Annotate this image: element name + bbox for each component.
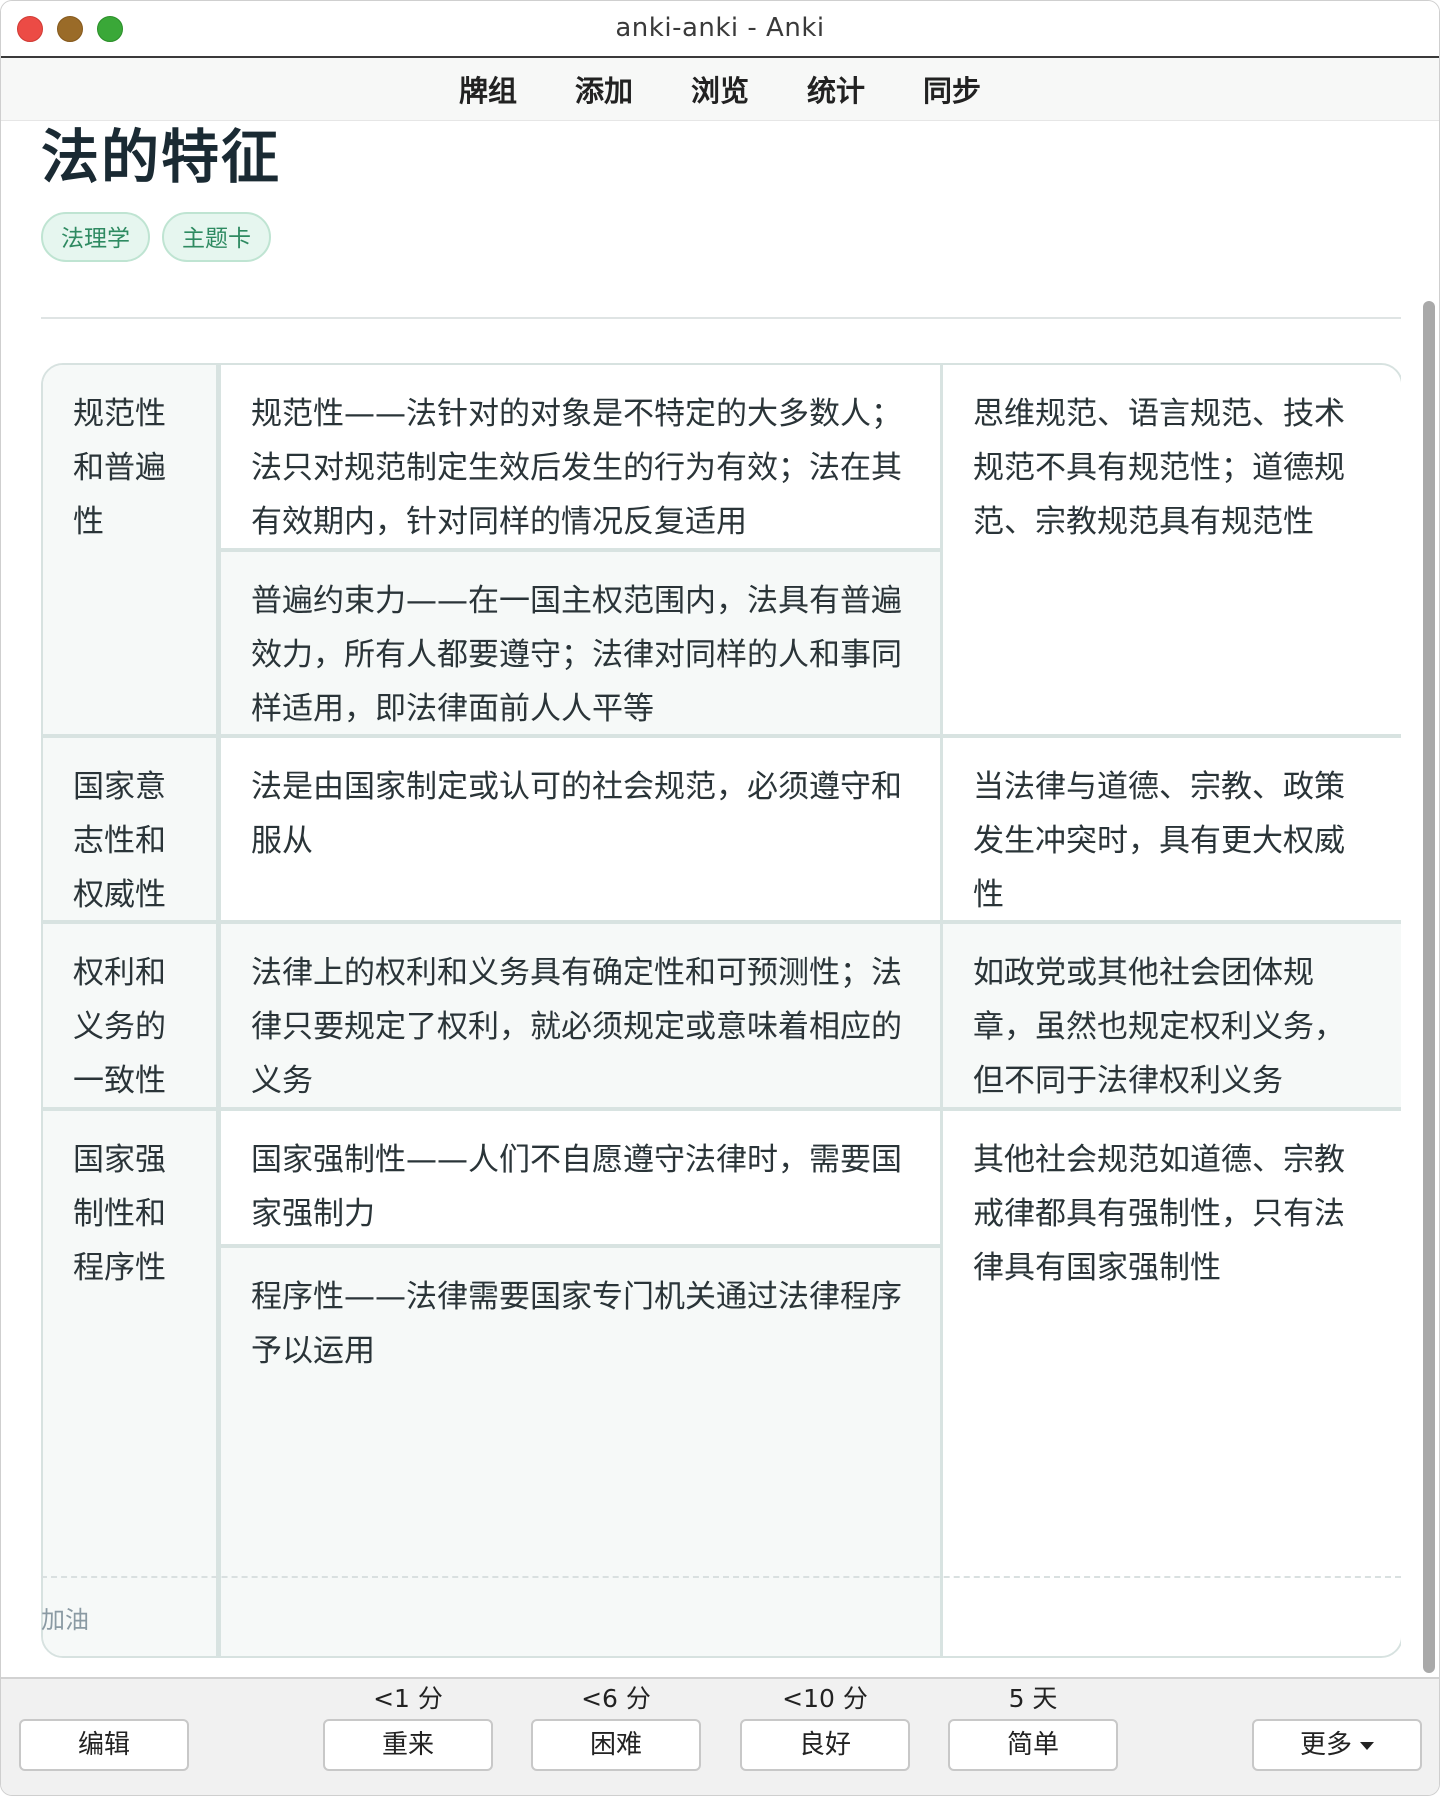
feature-cell: 规范性和普遍性	[43, 365, 221, 736]
easy-interval: 5 天	[1008, 1684, 1058, 1713]
card-footnote: 加油	[41, 1606, 89, 1634]
hard-button[interactable]: 困难	[531, 1719, 701, 1771]
detail-cell: 国家强制性——人们不自愿遵守法律时，需要国家强制力	[221, 1111, 943, 1246]
detail-cell: 程序性——法律需要国家专门机关通过法律程序予以运用	[221, 1248, 943, 1656]
note-cell: 其他社会规范如道德、宗教戒律都具有强制性，只有法律具有国家强制性	[943, 1111, 1401, 1656]
caret-down-icon	[1360, 1741, 1374, 1750]
review-bottom-bar: 编辑 <1 分 重来 <6 分 困难 <10 分 良好 5 天 简单 更多	[1, 1677, 1439, 1795]
more-button[interactable]: 更多	[1252, 1719, 1422, 1771]
feature-table: 规范性和普遍性 规范性——法针对的对象是不特定的大多数人；法只对规范制定生效后发…	[41, 363, 1401, 1658]
title-bar: anki-anki - Anki	[1, 1, 1439, 58]
detail-cell: 法律上的权利和义务具有确定性和可预测性；法律只要规定了权利，就必须规定或意味着相…	[221, 924, 943, 1108]
good-interval: <10 分	[782, 1684, 868, 1713]
card-title: 法的特征	[41, 123, 282, 191]
good-button[interactable]: 良好	[740, 1719, 910, 1771]
footer-divider	[41, 1576, 1401, 1578]
easy-button[interactable]: 简单	[948, 1719, 1118, 1771]
top-nav: 牌组 添加 浏览 统计 同步	[1, 58, 1439, 121]
nav-sync[interactable]: 同步	[923, 68, 981, 110]
tag-list: 法理学 主题卡	[41, 212, 271, 262]
hard-interval: <6 分	[581, 1684, 651, 1713]
again-interval: <1 分	[373, 1684, 443, 1713]
detail-cell: 法是由国家制定或认可的社会规范，必须遵守和服从	[221, 738, 943, 921]
again-button[interactable]: 重来	[323, 1719, 493, 1771]
note-cell: 如政党或其他社会团体规章，虽然也规定权利义务，但不同于法律权利义务	[943, 924, 1401, 1108]
nav-browse[interactable]: 浏览	[691, 68, 749, 110]
edit-button[interactable]: 编辑	[19, 1719, 189, 1771]
tag-chip: 主题卡	[162, 212, 271, 262]
title-divider	[41, 317, 1401, 319]
content-scrollbar[interactable]	[1423, 301, 1435, 1673]
window-title: anki-anki - Anki	[615, 13, 825, 43]
feature-cell: 国家意志性和权威性	[43, 738, 221, 921]
nav-decks[interactable]: 牌组	[459, 68, 517, 110]
nav-add[interactable]: 添加	[575, 68, 633, 110]
scrollbar-thumb[interactable]	[1423, 301, 1435, 1673]
feature-cell: 权利和义务的一致性	[43, 924, 221, 1108]
tag-chip: 法理学	[41, 212, 150, 262]
anki-window: anki-anki - Anki 牌组 添加 浏览 统计 同步 法的特征 法理学…	[0, 0, 1440, 1796]
note-cell: 思维规范、语言规范、技术规范不具有规范性；道德规范、宗教规范具有规范性	[943, 365, 1401, 736]
note-cell: 当法律与道德、宗教、政策发生冲突时，具有更大权威性	[943, 738, 1401, 921]
nav-stats[interactable]: 统计	[807, 68, 865, 110]
more-button-label: 更多	[1299, 1730, 1352, 1760]
card-content: 法的特征 法理学 主题卡 规范性和普遍性 规范性——法针对的对象是不特定的大多数…	[41, 120, 1401, 1675]
detail-cell: 普遍约束力——在一国主权范围内，法具有普遍效力，所有人都要遵守；法律对同样的人和…	[221, 552, 943, 736]
detail-cell: 规范性——法针对的对象是不特定的大多数人；法只对规范制定生效后发生的行为有效；法…	[221, 365, 943, 550]
feature-cell: 国家强制性和程序性	[43, 1111, 221, 1656]
